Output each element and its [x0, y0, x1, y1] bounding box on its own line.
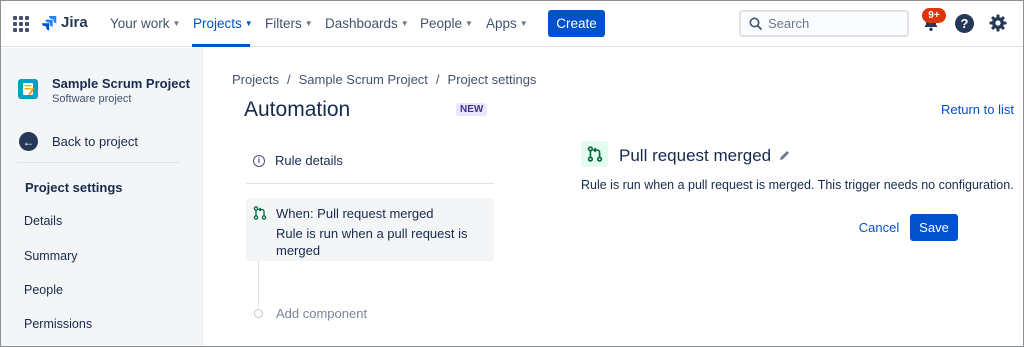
nav-label: Apps [486, 16, 517, 31]
nav-people[interactable]: People ▼ [420, 16, 473, 31]
trigger-description: Rule is run when a pull request is merge… [276, 226, 468, 258]
nav-apps[interactable]: Apps ▼ [486, 16, 528, 31]
nav-label: Projects [193, 16, 242, 31]
detail-description: Rule is run when a pull request is merge… [581, 178, 1014, 192]
top-navigation: Jira Your work ▼ Projects ▼ Filters ▼ Dashb… [1, 1, 1023, 47]
chevron-down-icon: ▼ [400, 19, 409, 28]
arrow-left-icon: ← [19, 132, 38, 151]
breadcrumb-project-settings[interactable]: Project settings [448, 72, 537, 87]
breadcrumb-separator: / [286, 72, 291, 87]
nav-label: Dashboards [325, 16, 398, 31]
chevron-down-icon: ▼ [172, 19, 181, 28]
jira-logo[interactable]: Jira [41, 14, 88, 31]
chevron-down-icon: ▼ [244, 19, 253, 28]
gear-icon[interactable] [988, 13, 1008, 33]
sidebar-item-summary[interactable]: Summary [24, 249, 77, 263]
active-nav-indicator [192, 44, 250, 47]
breadcrumb-project[interactable]: Sample Scrum Project [299, 72, 428, 87]
new-badge: NEW [456, 103, 488, 116]
pull-request-icon [253, 206, 267, 220]
pencil-icon[interactable] [778, 149, 791, 162]
breadcrumb: Projects / Sample Scrum Project / Projec… [232, 72, 536, 87]
rule-divider [246, 183, 494, 184]
back-to-project-link[interactable]: ← Back to project [19, 132, 138, 151]
project-type: Software project [52, 93, 132, 105]
return-to-list-link[interactable]: Return to list [941, 102, 1014, 117]
info-icon: i [253, 154, 265, 167]
search-icon [749, 17, 762, 30]
logo-text: Jira [61, 14, 88, 31]
detail-trigger-icon-tile [581, 141, 608, 167]
nav-filters[interactable]: Filters ▼ [265, 16, 313, 31]
nav-label: Your work [110, 16, 170, 31]
help-icon[interactable]: ? [955, 14, 974, 33]
add-component-dot [254, 309, 263, 318]
back-label: Back to project [52, 134, 138, 149]
nav-dashboards[interactable]: Dashboards ▼ [325, 16, 409, 31]
app-switcher-icon[interactable] [13, 16, 29, 32]
jira-logo-icon [41, 15, 57, 30]
search-box[interactable] [739, 10, 909, 37]
sidebar-heading: Project settings [25, 180, 123, 195]
page-title: Automation [244, 98, 351, 121]
add-component-link[interactable]: Add component [276, 306, 367, 321]
chevron-down-icon: ▼ [304, 19, 313, 28]
nav-your-work[interactable]: Your work ▼ [110, 16, 180, 31]
search-input[interactable] [768, 16, 898, 31]
sidebar-item-permissions[interactable]: Permissions [24, 317, 92, 331]
project-avatar-icon [18, 79, 38, 99]
rule-details-item[interactable]: i Rule details [253, 153, 343, 168]
save-button[interactable]: Save [910, 214, 958, 241]
project-sidebar: Sample Scrum Project Software project ← … [1, 48, 203, 346]
project-name[interactable]: Sample Scrum Project [52, 76, 190, 91]
detail-title: Pull request merged [619, 146, 772, 165]
nav-projects[interactable]: Projects ▼ [193, 16, 253, 31]
notification-badge: 9+ [922, 8, 946, 23]
cancel-button[interactable]: Cancel [854, 214, 904, 241]
nav-label: People [420, 16, 463, 31]
sidebar-divider [17, 162, 179, 163]
breadcrumb-separator: / [435, 72, 440, 87]
pull-request-icon [587, 146, 602, 162]
chevron-down-icon: ▼ [519, 19, 528, 28]
breadcrumb-projects[interactable]: Projects [232, 72, 279, 87]
rule-details-label: Rule details [275, 153, 343, 168]
create-button[interactable]: Create [548, 10, 605, 37]
app-window: Jira Your work ▼ Projects ▼ Filters ▼ Dashb… [0, 0, 1024, 347]
sidebar-item-details[interactable]: Details [24, 214, 62, 228]
chevron-down-icon: ▼ [465, 19, 473, 28]
sidebar-item-people[interactable]: People [24, 283, 63, 297]
trigger-component[interactable]: When: Pull request merged Rule is run wh… [246, 198, 494, 261]
nav-label: Filters [265, 16, 302, 31]
trigger-title: When: Pull request merged [276, 206, 434, 221]
